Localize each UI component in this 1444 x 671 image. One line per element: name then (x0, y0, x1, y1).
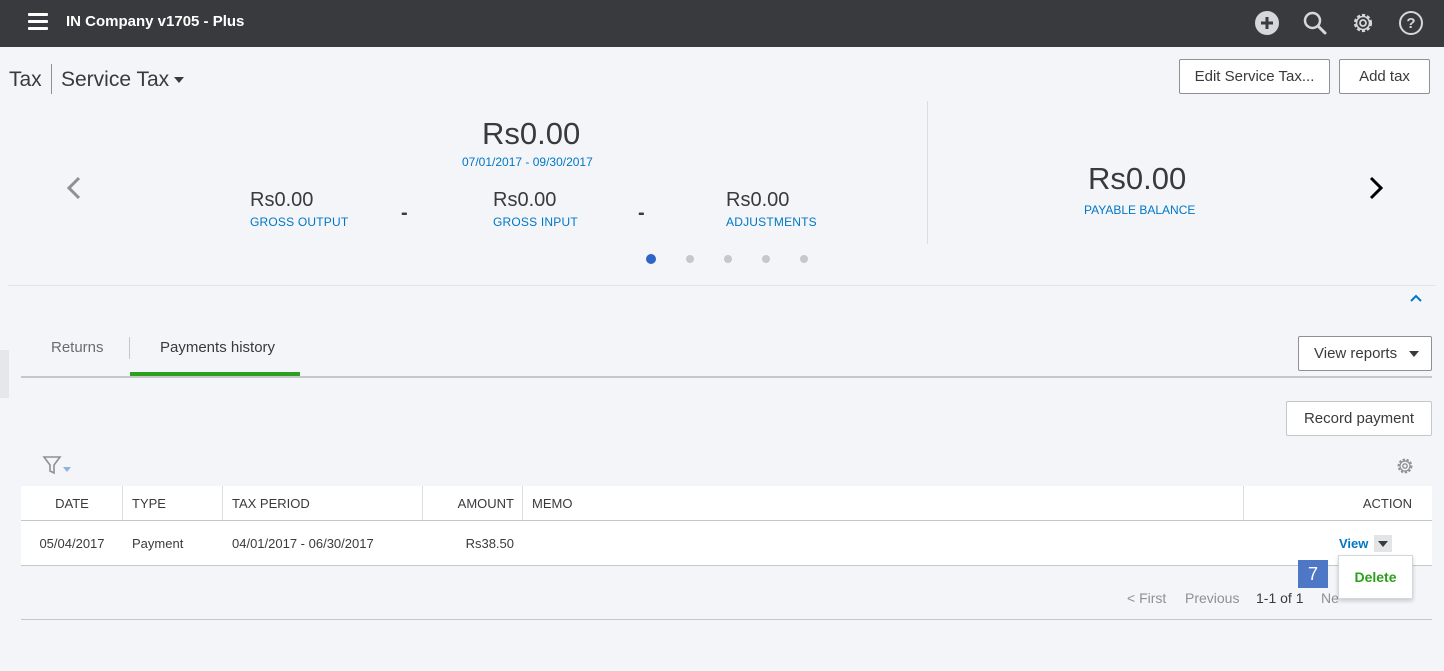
tax-period-link[interactable]: 07/01/2017 - 09/30/2017 (462, 155, 593, 169)
caret-down-icon (1378, 540, 1388, 547)
caret-down-icon (174, 77, 185, 84)
carousel-dot[interactable] (800, 255, 808, 263)
search-icon[interactable] (1300, 8, 1330, 38)
carousel-dot[interactable] (646, 254, 656, 264)
chevron-right-icon[interactable] (1366, 175, 1386, 206)
cell-amount: Rs38.50 (465, 536, 514, 551)
add-tax-button[interactable]: Add tax (1339, 59, 1430, 94)
table-row[interactable]: 05/04/2017 Payment 04/01/2017 - 06/30/20… (21, 521, 1432, 566)
adjustments-label[interactable]: ADJUSTMENTS (726, 215, 817, 229)
carousel-dot[interactable] (724, 255, 732, 263)
side-panel-handle[interactable] (0, 350, 9, 398)
carousel-dot[interactable] (686, 255, 694, 263)
menu-item-delete[interactable]: Delete (1354, 569, 1396, 585)
column-header-type[interactable]: TYPE (122, 486, 222, 520)
column-header-tax-period[interactable]: TAX PERIOD (222, 486, 422, 520)
pagination-range: 1-1 of 1 (1256, 590, 1304, 606)
tabs-baseline (21, 376, 1432, 378)
tab-payments-history[interactable]: Payments history (160, 339, 275, 356)
plus-circle-icon[interactable] (1252, 8, 1282, 38)
edit-service-tax-button[interactable]: Edit Service Tax... (1179, 59, 1330, 94)
section-divider (8, 285, 1436, 286)
minus-sign: - (638, 202, 645, 224)
pagination-next[interactable]: Ne (1321, 590, 1339, 606)
top-icons: ? (1252, 8, 1426, 38)
settings-gear-icon[interactable] (1396, 457, 1414, 480)
total-amount: Rs0.00 (482, 116, 581, 151)
pagination-first[interactable]: < First (1127, 590, 1166, 606)
tab-divider (129, 337, 130, 359)
table-bottom-divider (21, 619, 1432, 620)
gross-output-amount: Rs0.00 (250, 189, 314, 211)
gross-input-amount: Rs0.00 (493, 189, 557, 211)
column-header-amount[interactable]: AMOUNT (422, 486, 522, 520)
cell-type: Payment (132, 536, 184, 551)
adjustments-amount: Rs0.00 (726, 189, 790, 211)
chevron-left-icon[interactable] (64, 175, 84, 206)
view-reports-button[interactable]: View reports (1298, 336, 1432, 371)
column-header-date[interactable]: DATE (21, 486, 123, 520)
hamburger-icon[interactable] (28, 13, 48, 31)
gross-output-label[interactable]: GROSS OUTPUT (250, 215, 348, 229)
page-title: Tax (9, 68, 42, 91)
pagination-previous[interactable]: Previous (1185, 590, 1239, 606)
action-dropdown-button[interactable] (1374, 535, 1392, 552)
table-header: DATE TYPE TAX PERIOD AMOUNT MEMO ACTION (21, 486, 1432, 521)
view-link[interactable]: View (1339, 536, 1368, 551)
minus-sign: - (401, 202, 408, 224)
column-header-action: ACTION (1243, 486, 1432, 520)
record-payment-button[interactable]: Record payment (1286, 401, 1432, 436)
cell-tax-period: 04/01/2017 - 06/30/2017 (232, 536, 374, 551)
gear-icon[interactable] (1348, 8, 1378, 38)
summary-divider (927, 101, 928, 244)
carousel-dot[interactable] (762, 255, 770, 263)
help-icon[interactable]: ? (1396, 8, 1426, 38)
caret-down-icon (1409, 350, 1420, 357)
column-header-memo[interactable]: MEMO (522, 486, 1243, 520)
payable-balance-label[interactable]: PAYABLE BALANCE (1084, 203, 1195, 217)
cell-memo (522, 521, 1243, 566)
payments-table: DATE TYPE TAX PERIOD AMOUNT MEMO ACTION … (21, 486, 1432, 566)
action-dropdown-menu: Delete (1338, 555, 1413, 599)
chevron-up-icon[interactable] (1409, 290, 1423, 308)
step-badge: 7 (1298, 560, 1328, 588)
gross-input-label[interactable]: GROSS INPUT (493, 215, 578, 229)
view-reports-label: View reports (1314, 345, 1398, 362)
title-divider (51, 64, 52, 94)
filter-icon[interactable] (42, 455, 74, 482)
cell-date: 05/04/2017 (39, 536, 105, 551)
tax-agency-selector[interactable]: Service Tax (61, 68, 185, 92)
svg-text:?: ? (1406, 15, 1415, 32)
tax-agency-label: Service Tax (61, 68, 170, 91)
tab-returns[interactable]: Returns (51, 339, 104, 356)
carousel-dots (646, 254, 808, 264)
top-bar: IN Company v1705 - Plus ? (0, 0, 1444, 47)
payable-balance-amount: Rs0.00 (1088, 161, 1187, 196)
company-name: IN Company v1705 - Plus (66, 13, 245, 30)
